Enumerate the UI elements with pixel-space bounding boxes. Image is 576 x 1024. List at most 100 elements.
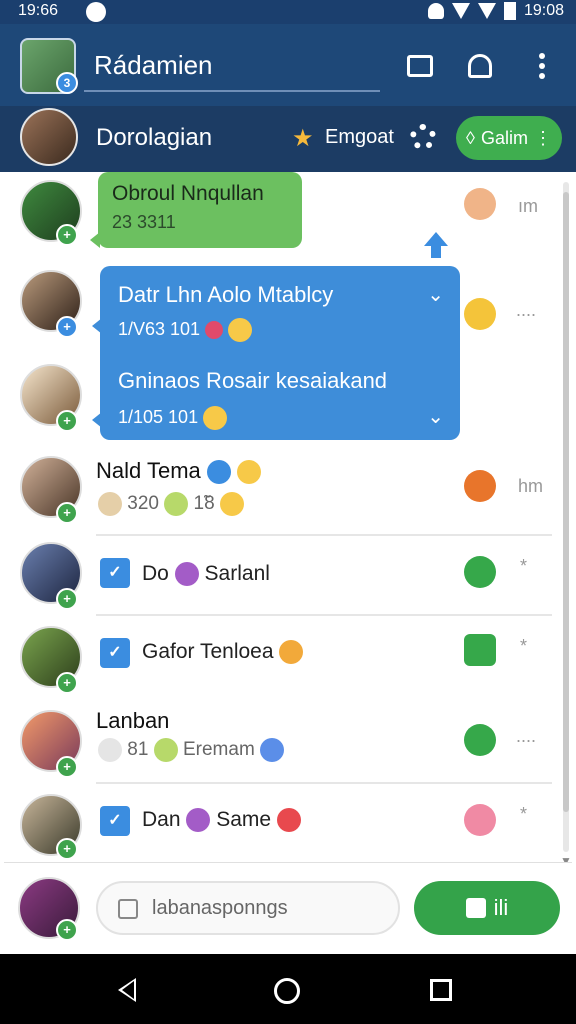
- attach-icon[interactable]: [118, 899, 138, 919]
- scrollbar-thumb[interactable]: [563, 192, 569, 812]
- send-label: ili: [493, 895, 509, 920]
- row-meta: *: [520, 804, 528, 824]
- phone-icon[interactable]: [464, 724, 496, 756]
- bubble-message: Datr Lhn Aolo Mtablcy: [118, 282, 334, 307]
- more-dot-icon: [539, 63, 545, 69]
- contact-name: Lanban: [96, 708, 170, 733]
- grin-icon: [164, 492, 189, 516]
- more-options-button[interactable]: [524, 48, 560, 84]
- bear-icon: [279, 640, 304, 665]
- face-icon: [276, 808, 301, 833]
- sticker-icon: [98, 738, 122, 762]
- status-bar: 19:66 19:08: [0, 0, 576, 24]
- bubble-meta: 23 3311: [112, 212, 176, 232]
- emoji-face-icon: [464, 298, 496, 330]
- subheader-action[interactable]: Emgoat: [325, 126, 394, 149]
- chevron-icon: ⋮: [533, 127, 552, 148]
- contact-preview: Dan Same: [142, 808, 301, 833]
- row-divider: [96, 782, 552, 784]
- row-meta: ım: [518, 196, 538, 216]
- pin-icon[interactable]: [464, 634, 496, 666]
- contact-face-icon: [464, 188, 496, 220]
- star-icon[interactable]: ★: [292, 124, 314, 153]
- online-badge: +: [56, 502, 78, 524]
- row-meta: *: [520, 636, 528, 656]
- online-badge: +: [56, 316, 78, 338]
- chat-icon[interactable]: [464, 804, 496, 836]
- bubble-message: Gninaos Rosair kesaiakand: [118, 368, 388, 393]
- chat-avatar[interactable]: [20, 108, 78, 166]
- bubble-title: Obroul Nnqullan: [112, 182, 264, 205]
- hands-icon: [98, 492, 122, 516]
- online-badge: +: [56, 672, 78, 694]
- send-icon: [465, 898, 486, 918]
- row-meta: ....: [516, 300, 537, 320]
- contact-preview: 81 Eremam: [98, 738, 285, 762]
- row-divider: [96, 534, 552, 536]
- home-icon[interactable]: [274, 978, 300, 1004]
- system-nav-bar: [0, 954, 576, 1024]
- bubble-time: 1/105 101: [118, 406, 228, 430]
- signal-icon: [477, 3, 496, 19]
- phone-icon[interactable]: [464, 556, 496, 588]
- online-badge: +: [56, 838, 78, 860]
- send-button[interactable]: ili: [414, 881, 560, 935]
- status-icons: 19:08: [427, 2, 564, 20]
- contact-preview: Gafor Tenloea: [142, 640, 304, 665]
- alarm-icon: [427, 3, 444, 19]
- scrollbar[interactable]: ▼: [560, 182, 572, 862]
- status-pill-button[interactable]: ◊ Galim ⋮: [456, 116, 562, 160]
- row-meta: *: [520, 556, 528, 576]
- diamond-icon: ◊: [466, 127, 475, 148]
- chat-list[interactable]: + Obroul Nnqullan 23 3311 ım + + Datr Lh…: [4, 172, 572, 862]
- app-header: 3 Rádamien: [0, 24, 576, 106]
- contact-name: Nald Tema: [96, 458, 262, 485]
- online-badge: +: [56, 919, 78, 941]
- row-divider: [96, 614, 552, 616]
- back-icon[interactable]: [118, 978, 136, 1002]
- wave-icon: [206, 460, 231, 485]
- battery-icon: [503, 2, 516, 20]
- message-input[interactable]: labanasponngs: [96, 881, 400, 935]
- online-badge: +: [56, 756, 78, 778]
- sparkle-icon: [237, 460, 262, 485]
- wink-icon: [203, 406, 228, 430]
- more-dot-icon: [539, 73, 545, 79]
- chevron-down-icon[interactable]: ⌄: [427, 404, 444, 429]
- message-placeholder: labanasponngs: [152, 897, 288, 919]
- arrow-up-icon[interactable]: [424, 232, 448, 262]
- globe-icon: [260, 738, 285, 762]
- status-pill-label: Galim: [480, 127, 528, 148]
- inbox-icon: [407, 55, 433, 77]
- lipstick-icon: [205, 321, 224, 339]
- blue-message-bubble[interactable]: Datr Lhn Aolo Mtablcy ⌄ 1/V63 101 Gninao…: [100, 266, 460, 440]
- checkbox-icon[interactable]: ✓: [100, 558, 130, 588]
- bell-icon: [468, 54, 492, 78]
- party-icon: [186, 808, 211, 833]
- online-badge: +: [56, 410, 78, 432]
- music-icon: [464, 470, 496, 502]
- more-dot-icon: [539, 53, 545, 59]
- app-title: Rádamien: [94, 50, 213, 80]
- chevron-down-icon[interactable]: ⌄: [427, 282, 444, 307]
- status-time-right: 19:08: [523, 2, 564, 19]
- party-icon: [174, 562, 199, 587]
- avatar-badge: 3: [56, 72, 78, 94]
- green-message-bubble[interactable]: Obroul Nnqullan 23 3311: [98, 172, 302, 248]
- inbox-button[interactable]: [402, 48, 438, 84]
- gear-icon[interactable]: [410, 124, 436, 150]
- title-underline: [84, 90, 380, 92]
- scroll-down-icon[interactable]: ▼: [560, 854, 572, 862]
- row-meta: hm: [518, 476, 544, 496]
- notifications-button[interactable]: [462, 48, 498, 84]
- online-badge: +: [56, 224, 78, 246]
- smile-icon: [228, 318, 253, 342]
- checkbox-icon[interactable]: ✓: [100, 806, 130, 836]
- chat-subheader: Dorolagian ★ Emgoat ◊ Galim ⋮: [0, 106, 576, 172]
- row-meta: ....: [516, 726, 537, 746]
- recents-icon[interactable]: [430, 979, 452, 1001]
- checkbox-icon[interactable]: ✓: [100, 638, 130, 668]
- contact-preview: 320 1̃8: [98, 492, 244, 516]
- status-time-left: 19:66: [18, 2, 59, 19]
- chat-title: Dorolagian: [96, 124, 213, 151]
